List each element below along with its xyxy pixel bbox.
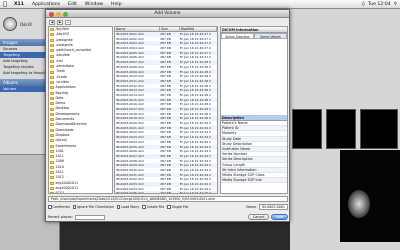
tab-series-values[interactable]: Series Values (254, 33, 287, 39)
folder-icon (50, 44, 54, 48)
folder-icon (50, 144, 54, 148)
folder-icon (50, 155, 54, 159)
folder-icon (50, 128, 54, 132)
checkbox-icon[interactable] (116, 205, 121, 209)
apple-menu-icon[interactable]:  (0, 1, 10, 8)
menu-applications[interactable]: Applications (28, 2, 64, 7)
folder-icon (50, 97, 54, 100)
menu-help[interactable]: Help (107, 2, 125, 7)
dicom-info-panel: DICOM Information Series Selection Serie… (220, 26, 288, 194)
folder-icon (50, 176, 54, 180)
app-logo-label: OsiriX (20, 21, 32, 27)
folder-tree[interactable]: /lpy/lbm .AbcXYZ .plexignite .ploxignite .ge… (48, 26, 113, 194)
folder-icon (50, 139, 54, 143)
folder-icon (50, 171, 54, 175)
folder-icon (50, 81, 54, 85)
tab-series-selection[interactable]: Series Selection (221, 33, 254, 39)
option-ignore-orientation[interactable]: Ignore File Orientation (72, 205, 114, 209)
add-volume-dialog: Add Volume ◀ ▶ + /lpy/lbm .AbcXYZ .plexign… (45, 9, 290, 222)
series-thumbnail[interactable] (360, 109, 398, 149)
options-row: Confirmed Ignore File Orientation Load M… (48, 204, 288, 210)
recent-places-label: Recent places: (48, 215, 73, 219)
series-thumbnail[interactable] (292, 109, 322, 149)
close-window-icon[interactable] (49, 11, 54, 17)
folder-icon (50, 91, 54, 95)
folder-icon (50, 165, 54, 169)
folder-icon (50, 107, 54, 111)
forward-icon[interactable]: ▶ (57, 19, 63, 25)
folder-icon (50, 28, 54, 32)
name-label: Name (246, 205, 257, 209)
file-list-body: IM-0003-0001.dcm 287 KB Fri Jan 16 21:42:2… (115, 32, 217, 194)
folder-icon (50, 54, 54, 58)
folder-icon (50, 75, 54, 79)
app-logo-icon (3, 17, 17, 31)
folder-icon (50, 160, 54, 164)
image-viewer[interactable] (340, 150, 400, 242)
series-thumbnail[interactable] (326, 109, 356, 149)
option-create-file[interactable]: Create File (142, 205, 164, 209)
zoom-window-icon[interactable] (63, 11, 68, 17)
folder-item[interactable]: ECG1 (49, 191, 112, 194)
dialog-toolbar: ◀ ▶ + (46, 18, 289, 26)
folder-icon (50, 134, 54, 138)
folder-label: ECG1 (55, 191, 65, 194)
spotlight-icon[interactable]: ⚲ (394, 2, 397, 7)
folder-icon (50, 102, 54, 106)
menu-bar:  X11 Applications Edit Window Help ♫ Tu… (0, 0, 400, 9)
folder-icon (50, 70, 54, 74)
app-menu[interactable]: X11 (10, 2, 28, 7)
cancel-button[interactable]: Cancel (247, 214, 270, 220)
name-input[interactable]: IM-0003-0001 (259, 204, 288, 210)
folder-icon (50, 65, 54, 69)
dicom-tabs: Series Selection Series Values (221, 33, 287, 39)
folder-icon (50, 118, 54, 122)
button-row: Recent places: Cancel Add (48, 213, 288, 221)
dicom-field-list: Patient's Name Patient ID Modality Study Da… (221, 121, 287, 184)
file-list[interactable]: Name Size Modified IM-0003-0001.dcm 287 K… (114, 26, 218, 194)
scan-image (348, 190, 370, 218)
folder-icon (50, 187, 54, 191)
new-folder-icon[interactable]: + (65, 19, 71, 25)
checkbox-icon[interactable] (48, 205, 52, 209)
dicom-spacer (221, 39, 287, 115)
column-name[interactable]: Name (115, 27, 161, 31)
folder-icon (50, 49, 54, 53)
option-load-many[interactable]: Load Many (116, 205, 139, 209)
option-confirmed[interactable]: Confirmed (48, 205, 70, 209)
checkbox-icon[interactable] (167, 205, 171, 209)
folder-icon (50, 38, 54, 42)
minimize-window-icon[interactable] (56, 11, 61, 17)
menu-window[interactable]: Window (81, 2, 107, 7)
dialog-titlebar: Add Volume (46, 10, 289, 18)
column-size[interactable]: Size (160, 27, 180, 31)
volume-icon[interactable]: ♫ (361, 2, 365, 7)
recent-places-select[interactable] (74, 214, 105, 220)
dialog-title: Add Volume (154, 11, 181, 16)
back-icon[interactable]: ◀ (49, 19, 55, 25)
folder-icon (50, 33, 54, 37)
checkbox-icon[interactable] (142, 205, 146, 209)
file-size: 287 KB (160, 191, 171, 194)
option-single-file[interactable]: Single File (167, 205, 188, 209)
dicom-field[interactable]: Media Storage SOP Inst (221, 178, 287, 184)
path-field[interactable]: Path: /Users/ab/Experiments/Data/2012/EC… (48, 196, 288, 202)
checkbox-icon[interactable] (72, 205, 77, 209)
menubar-clock[interactable]: Tue 12:04 (368, 2, 391, 7)
folder-icon (50, 112, 54, 116)
folder-icon (50, 181, 54, 185)
folder-icon (50, 86, 54, 90)
file-modified: Fri Jan 16 21:42:29 2 (179, 191, 211, 194)
menu-edit[interactable]: Edit (64, 2, 81, 7)
file-name: IM-0003-0035.dcm (116, 191, 145, 194)
folder-icon (50, 123, 54, 127)
add-button[interactable]: Add (271, 214, 288, 220)
folder-icon (50, 149, 54, 153)
file-row[interactable]: IM-0003-0035.dcm 287 KB Fri Jan 16 21:42:2… (115, 191, 217, 194)
column-modified[interactable]: Modified (180, 27, 217, 31)
folder-icon (50, 59, 54, 63)
folder-icon (50, 192, 54, 193)
